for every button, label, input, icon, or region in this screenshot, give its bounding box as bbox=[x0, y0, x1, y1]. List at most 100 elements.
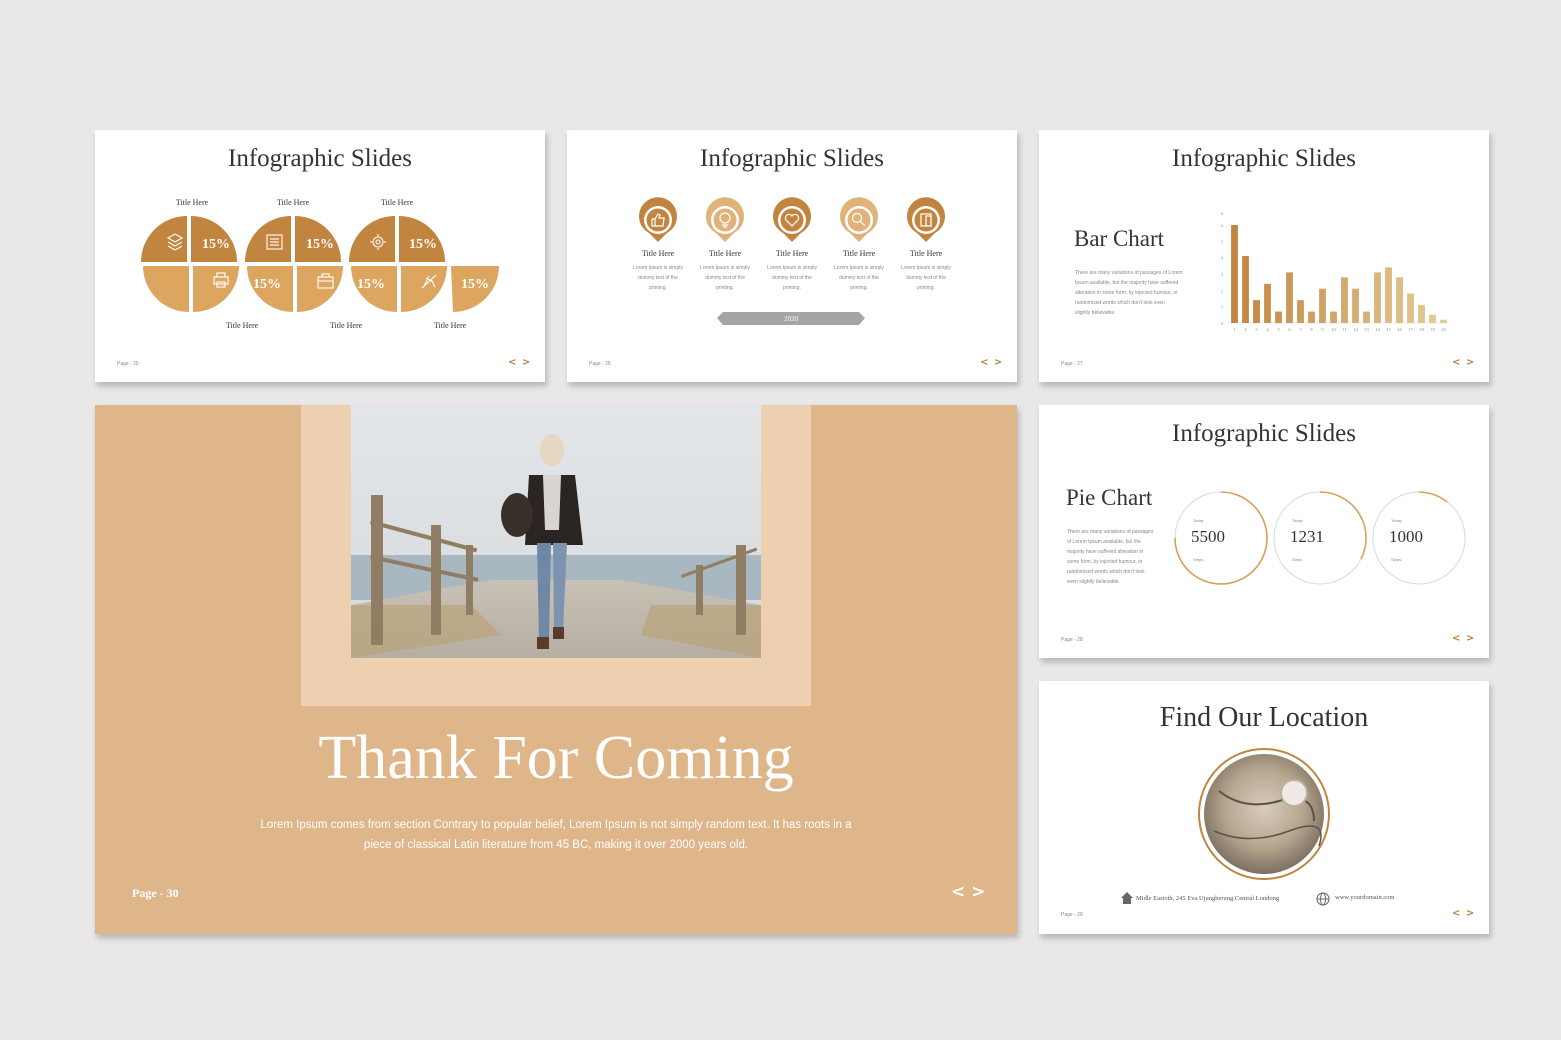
bar bbox=[1385, 267, 1392, 323]
x-tick-label: 13 bbox=[1364, 327, 1369, 332]
x-tick-label: 5 bbox=[1277, 327, 1280, 332]
stat-value: 1231 bbox=[1290, 527, 1324, 546]
pin-text: Lorem Ipsum is simply dummy text of the pr… bbox=[767, 265, 817, 291]
x-tick-label: 17 bbox=[1408, 327, 1413, 332]
page-number: Page - 30 bbox=[132, 886, 179, 900]
page-number: Page - 29 bbox=[1061, 912, 1083, 918]
x-tick-label: 19 bbox=[1430, 327, 1435, 332]
slide-nav-arrows[interactable]: < > bbox=[1452, 357, 1475, 368]
pin-title: Title Here bbox=[909, 249, 943, 258]
percent-label: 15% bbox=[253, 277, 281, 292]
pin-text: Lorem Ipsum is simply dummy text of the pr… bbox=[700, 265, 750, 291]
y-tick-label: 5 bbox=[1221, 239, 1223, 244]
page-number: Page - 25 bbox=[117, 361, 139, 367]
bar bbox=[1429, 314, 1436, 323]
bar bbox=[1440, 319, 1447, 323]
slide-nav-arrows[interactable]: < > bbox=[1452, 908, 1475, 919]
thank-you-line: piece of classical Latin literature from… bbox=[363, 839, 749, 851]
pin-title: Title Here bbox=[775, 249, 809, 258]
x-tick-label: 7 bbox=[1299, 327, 1302, 332]
segment-bottom-label: Title Here bbox=[329, 321, 363, 330]
stat-circle-progress bbox=[1418, 491, 1448, 503]
y-tick-label: 3 bbox=[1221, 272, 1223, 277]
x-tick-label: 20 bbox=[1441, 327, 1446, 332]
slide-location[interactable]: Find Our Location Midle Eastoth, 245 Eva… bbox=[1039, 681, 1489, 934]
bar bbox=[1374, 272, 1381, 323]
segment-group-3 bbox=[349, 216, 447, 312]
pin-text: Lorem Ipsum is simply dummy text of the pr… bbox=[901, 265, 951, 291]
x-tick-label: 16 bbox=[1397, 327, 1402, 332]
x-tick-label: 11 bbox=[1342, 327, 1346, 332]
segment-shape bbox=[349, 216, 395, 262]
bar bbox=[1253, 300, 1260, 323]
slide-pie-chart[interactable]: Infographic Slides Pie Chart There are m… bbox=[1039, 405, 1489, 658]
bar bbox=[1264, 283, 1271, 323]
stat-bottom-label: Steps bbox=[1292, 557, 1303, 562]
bar bbox=[1275, 311, 1282, 323]
stat-top-label: Today bbox=[1292, 518, 1303, 523]
y-tick-label: 0 bbox=[1221, 321, 1223, 326]
stat-value: 5500 bbox=[1191, 527, 1225, 546]
stat-top-label: Today bbox=[1391, 518, 1402, 523]
y-tick-label: 4 bbox=[1221, 256, 1223, 261]
percent-label: 15% bbox=[409, 237, 437, 252]
pin-title: Title Here bbox=[641, 249, 675, 258]
slide-nav-arrows[interactable]: < > bbox=[980, 357, 1003, 368]
bar bbox=[1407, 293, 1414, 323]
pin-marker bbox=[840, 197, 878, 242]
x-tick-label: 2 bbox=[1244, 327, 1246, 332]
website-link[interactable]: www.yourdomain.com bbox=[1335, 893, 1395, 903]
bar bbox=[1286, 272, 1293, 323]
x-tick-label: 4 bbox=[1266, 327, 1269, 332]
x-tick-label: 9 bbox=[1321, 327, 1324, 332]
thank-you-text: Lorem Ipsum comes from section Contrary … bbox=[95, 815, 1017, 855]
x-tick-label: 3 bbox=[1255, 327, 1258, 332]
slide-bar-chart[interactable]: Infographic Slides Bar Chart There are m… bbox=[1039, 130, 1489, 382]
slide-thank-you[interactable]: Thank For Coming Lorem Ipsum comes from … bbox=[95, 405, 1017, 934]
pin-marker bbox=[773, 197, 811, 242]
slide-nav-arrows[interactable]: < > bbox=[1452, 633, 1475, 644]
percent-label: 15% bbox=[202, 237, 230, 252]
bar-chart: 012345661 2 3 4 5 6 7 8 9 10 11 12 13 14 15 16 17 18 19 20 bbox=[1221, 211, 1449, 332]
home-icon bbox=[1121, 892, 1133, 904]
slide-infographic-pins[interactable]: Infographic Slides 2020 Title Here Title… bbox=[567, 130, 1017, 382]
pin-title: Title Here bbox=[708, 249, 742, 258]
segment-bottom-label: Title Here bbox=[225, 321, 259, 330]
y-tick-label: 6 bbox=[1221, 211, 1223, 216]
thank-you-line: Lorem Ipsum comes from section Contrary … bbox=[260, 819, 852, 831]
bar bbox=[1418, 305, 1425, 323]
percent-label: 15% bbox=[357, 277, 385, 292]
stat-value: 1000 bbox=[1389, 527, 1423, 546]
bar bbox=[1242, 256, 1249, 323]
segment-shape bbox=[193, 266, 239, 312]
slide-nav-arrows[interactable]: < > bbox=[951, 882, 985, 902]
bar bbox=[1352, 288, 1359, 323]
segment-infographic: 15% 15% 15% 15% 15% 15% bbox=[141, 216, 499, 312]
stat-bottom-label: Steps bbox=[1391, 557, 1402, 562]
segment-group-1 bbox=[141, 216, 239, 312]
slide-nav-arrows[interactable]: < > bbox=[508, 357, 531, 368]
segment-shape bbox=[245, 216, 291, 262]
segment-shape bbox=[401, 266, 447, 312]
segment-shape bbox=[297, 266, 343, 312]
bar bbox=[1231, 225, 1238, 323]
page-number: Page - 28 bbox=[1061, 637, 1083, 643]
bar bbox=[1341, 277, 1348, 323]
beach-photo bbox=[351, 405, 761, 658]
bar bbox=[1297, 300, 1304, 323]
x-tick-label: 6 bbox=[1288, 327, 1291, 332]
pin-marker bbox=[706, 197, 744, 242]
slide-infographic-segments[interactable]: Infographic Slides Title Here Title Here… bbox=[95, 130, 545, 382]
x-tick-label: 18 bbox=[1419, 327, 1424, 332]
page-number: Page - 26 bbox=[589, 361, 611, 367]
stat-circle-progress bbox=[1319, 491, 1367, 560]
pin-text: Lorem Ipsum is simply dummy text of the pr… bbox=[834, 265, 884, 291]
percent-label: 15% bbox=[306, 237, 334, 252]
x-tick-label: 8 bbox=[1310, 327, 1313, 332]
x-tick-label: 12 bbox=[1353, 327, 1358, 332]
x-tick-label: 15 bbox=[1386, 327, 1391, 332]
segment-bottom-label: Title Here bbox=[433, 321, 467, 330]
y-tick-label: 2 bbox=[1221, 288, 1223, 293]
stat-bottom-label: Steps bbox=[1193, 557, 1204, 562]
bar bbox=[1330, 311, 1337, 323]
